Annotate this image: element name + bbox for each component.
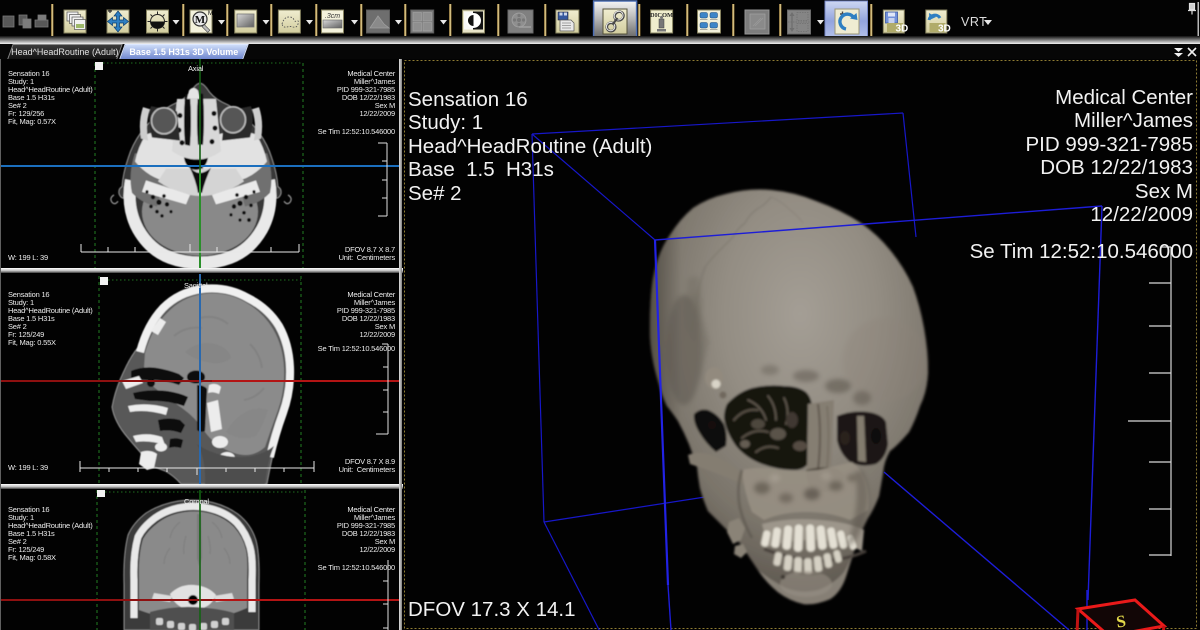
svg-text:M: M [195, 14, 206, 26]
svg-text:.3cm: .3cm [325, 13, 340, 20]
svg-text:3D: 3D [896, 24, 909, 35]
svg-text:VRT: VRT [961, 15, 987, 29]
svg-text:M: M [208, 11, 213, 17]
svg-text:3D: 3D [938, 24, 951, 35]
